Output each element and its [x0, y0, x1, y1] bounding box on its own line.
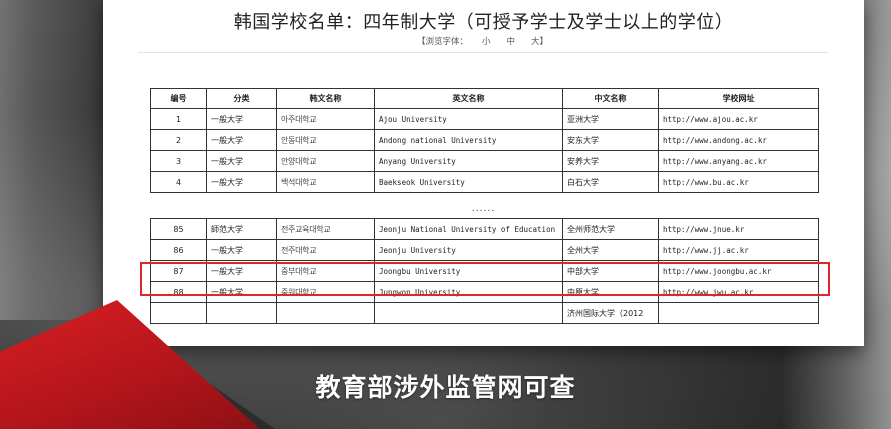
- cell-chinese-name: 安东大学: [562, 129, 659, 151]
- page-title: 韩国学校名单：四年制大学（可授予学士及学士以上的学位）: [233, 12, 734, 33]
- cell-chinese-name: 安养大学: [562, 150, 659, 172]
- cell-category: 一般大学: [206, 129, 277, 151]
- cell-website-link[interactable]: [658, 302, 819, 324]
- cell-number: [150, 302, 207, 324]
- cell-category: 一般大学: [206, 108, 277, 130]
- font-size-selector: 【浏览字体： 小 中 大】: [103, 35, 864, 47]
- table-row: 86 一般大学 전주대학교 Jeonju University 全州大学 htt…: [150, 239, 819, 261]
- table-crop-gap: [150, 196, 818, 204]
- cell-english-name: Baekseok University: [374, 171, 563, 193]
- cell-number: 3: [150, 150, 207, 172]
- cell-website-link[interactable]: http://www.ajou.ac.kr: [658, 108, 819, 130]
- header-category: 分类: [206, 88, 277, 109]
- table-row: 济州国际大学（2012: [150, 302, 819, 324]
- font-size-label: 【浏览字体：: [416, 37, 468, 47]
- table-row: 2 一般大学 안동대학교 Andong national University …: [150, 129, 819, 151]
- cell-english-name: Ajou University: [374, 108, 563, 130]
- cell-number: 85: [150, 218, 207, 240]
- title-divider: [138, 52, 828, 53]
- font-size-large-link[interactable]: 大】: [531, 37, 548, 47]
- background-left-glow: [0, 0, 110, 320]
- highlight-box: [140, 262, 830, 296]
- table-header-row: 编号 分类 韩文名称 英文名称 中文名称 学校网址: [150, 88, 819, 109]
- cell-korean-name: 전주대학교: [276, 239, 375, 261]
- caption-text: 教育部涉外监管网可查: [315, 373, 576, 402]
- cell-chinese-name: 全州师范大学: [562, 218, 659, 240]
- cell-english-name: Jeonju University: [374, 239, 563, 261]
- cell-korean-name: 안동대학교: [276, 129, 375, 151]
- school-table-top: 编号 分类 韩文名称 英文名称 中文名称 学校网址 1 一般大学 아주대학교 A…: [150, 88, 819, 193]
- cell-english-name: Jeonju National University of Education: [374, 218, 563, 240]
- cell-website-link[interactable]: http://www.anyang.ac.kr: [658, 150, 819, 172]
- cell-korean-name: 아주대학교: [276, 108, 375, 130]
- cell-chinese-name: 白石大学: [562, 171, 659, 193]
- cell-website-link[interactable]: http://www.jj.ac.kr: [658, 239, 819, 261]
- cell-category: 一般大学: [206, 171, 277, 193]
- cell-category: 一般大学: [206, 150, 277, 172]
- cell-korean-name: 백석대학교: [276, 171, 375, 193]
- cell-korean-name: [276, 302, 375, 324]
- header-number: 编号: [150, 88, 207, 109]
- font-size-small-link[interactable]: 小: [482, 37, 491, 47]
- header-website: 学校网址: [658, 88, 819, 109]
- cell-number: 2: [150, 129, 207, 151]
- header-english-name: 英文名称: [374, 88, 563, 109]
- cell-english-name: Andong national University: [374, 129, 563, 151]
- cell-english-name: [374, 302, 563, 324]
- cell-website-link[interactable]: http://www.jnue.kr: [658, 218, 819, 240]
- cell-chinese-name: 全州大学: [562, 239, 659, 261]
- table-row: 4 一般大学 백석대학교 Baekseok University 白石大学 ht…: [150, 171, 819, 193]
- table-row: 1 一般大学 아주대학교 Ajou University 亚洲大学 http:/…: [150, 108, 819, 130]
- header-chinese-name: 中文名称: [562, 88, 659, 109]
- cell-number: 1: [150, 108, 207, 130]
- font-size-medium-link[interactable]: 中: [507, 37, 516, 47]
- header-korean-name: 韩文名称: [276, 88, 375, 109]
- cell-chinese-name: 亚洲大学: [562, 108, 659, 130]
- cell-korean-name: 전주교육대학교: [276, 218, 375, 240]
- cell-number: 86: [150, 239, 207, 261]
- cell-number: 4: [150, 171, 207, 193]
- cell-category: 一般大学: [206, 239, 277, 261]
- cell-website-link[interactable]: http://www.andong.ac.kr: [658, 129, 819, 151]
- cell-category: [206, 302, 277, 324]
- cell-korean-name: 안양대학교: [276, 150, 375, 172]
- cell-website-link[interactable]: http://www.bu.ac.kr: [658, 171, 819, 193]
- cell-category: 師范大学: [206, 218, 277, 240]
- cell-chinese-name: 济州国际大学（2012: [562, 302, 659, 324]
- cell-english-name: Anyang University: [374, 150, 563, 172]
- table-row: 85 師范大学 전주교육대학교 Jeonju National Universi…: [150, 218, 819, 240]
- table-row: 3 一般大学 안양대학교 Anyang University 安养大学 http…: [150, 150, 819, 172]
- rows-omitted-ellipsis: ......: [471, 204, 496, 214]
